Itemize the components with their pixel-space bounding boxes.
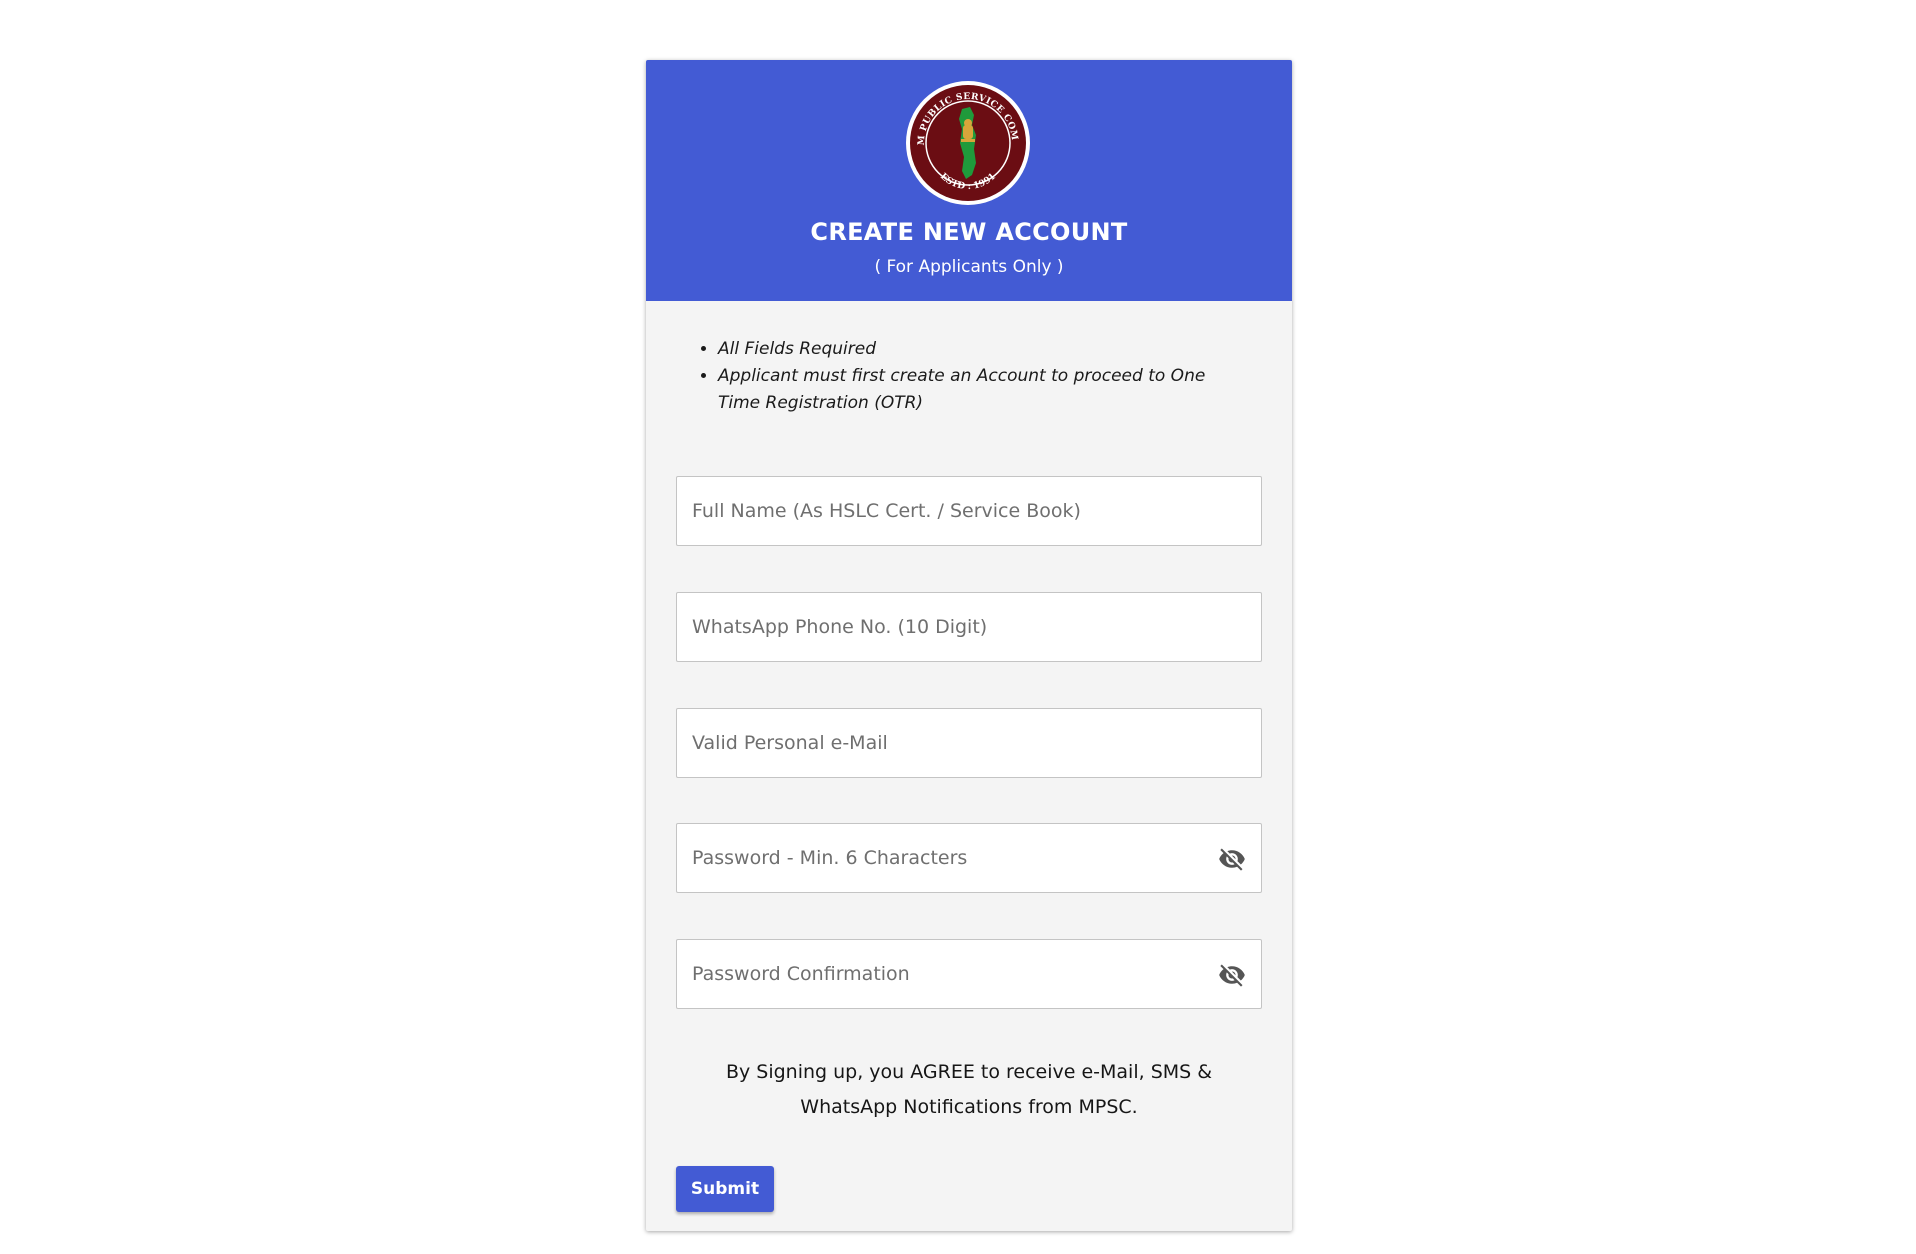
mpsc-emblem-logo: MIZORAM PUBLIC SERVICE COMMISSION ESTD :…: [904, 79, 1030, 205]
email-field: [676, 708, 1262, 778]
agreement-text: By Signing up, you AGREE to receive e-Ma…: [725, 1061, 1213, 1118]
list-item: Applicant must first create an Account t…: [718, 363, 1248, 417]
password-field: [676, 823, 1262, 893]
email-input[interactable]: [677, 709, 1261, 777]
eye-off-icon[interactable]: [1217, 845, 1247, 873]
full-name-input[interactable]: [677, 477, 1261, 545]
card-header: MIZORAM PUBLIC SERVICE COMMISSION ESTD :…: [646, 60, 1292, 301]
signup-card: MIZORAM PUBLIC SERVICE COMMISSION ESTD :…: [646, 60, 1292, 1231]
submit-button[interactable]: Submit: [676, 1166, 774, 1212]
page-title: CREATE NEW ACCOUNT: [810, 218, 1128, 246]
password-confirm-input[interactable]: [677, 940, 1261, 1008]
requirements-list: All Fields Required Applicant must first…: [696, 336, 1248, 417]
full-name-field: [676, 476, 1262, 546]
phone-field: [676, 592, 1262, 662]
page-subtitle: ( For Applicants Only ): [874, 257, 1064, 277]
list-item: All Fields Required: [718, 336, 1248, 363]
phone-input[interactable]: [677, 593, 1261, 661]
eye-off-icon[interactable]: [1217, 961, 1247, 989]
password-confirm-field: [676, 939, 1262, 1009]
password-input[interactable]: [677, 824, 1261, 892]
